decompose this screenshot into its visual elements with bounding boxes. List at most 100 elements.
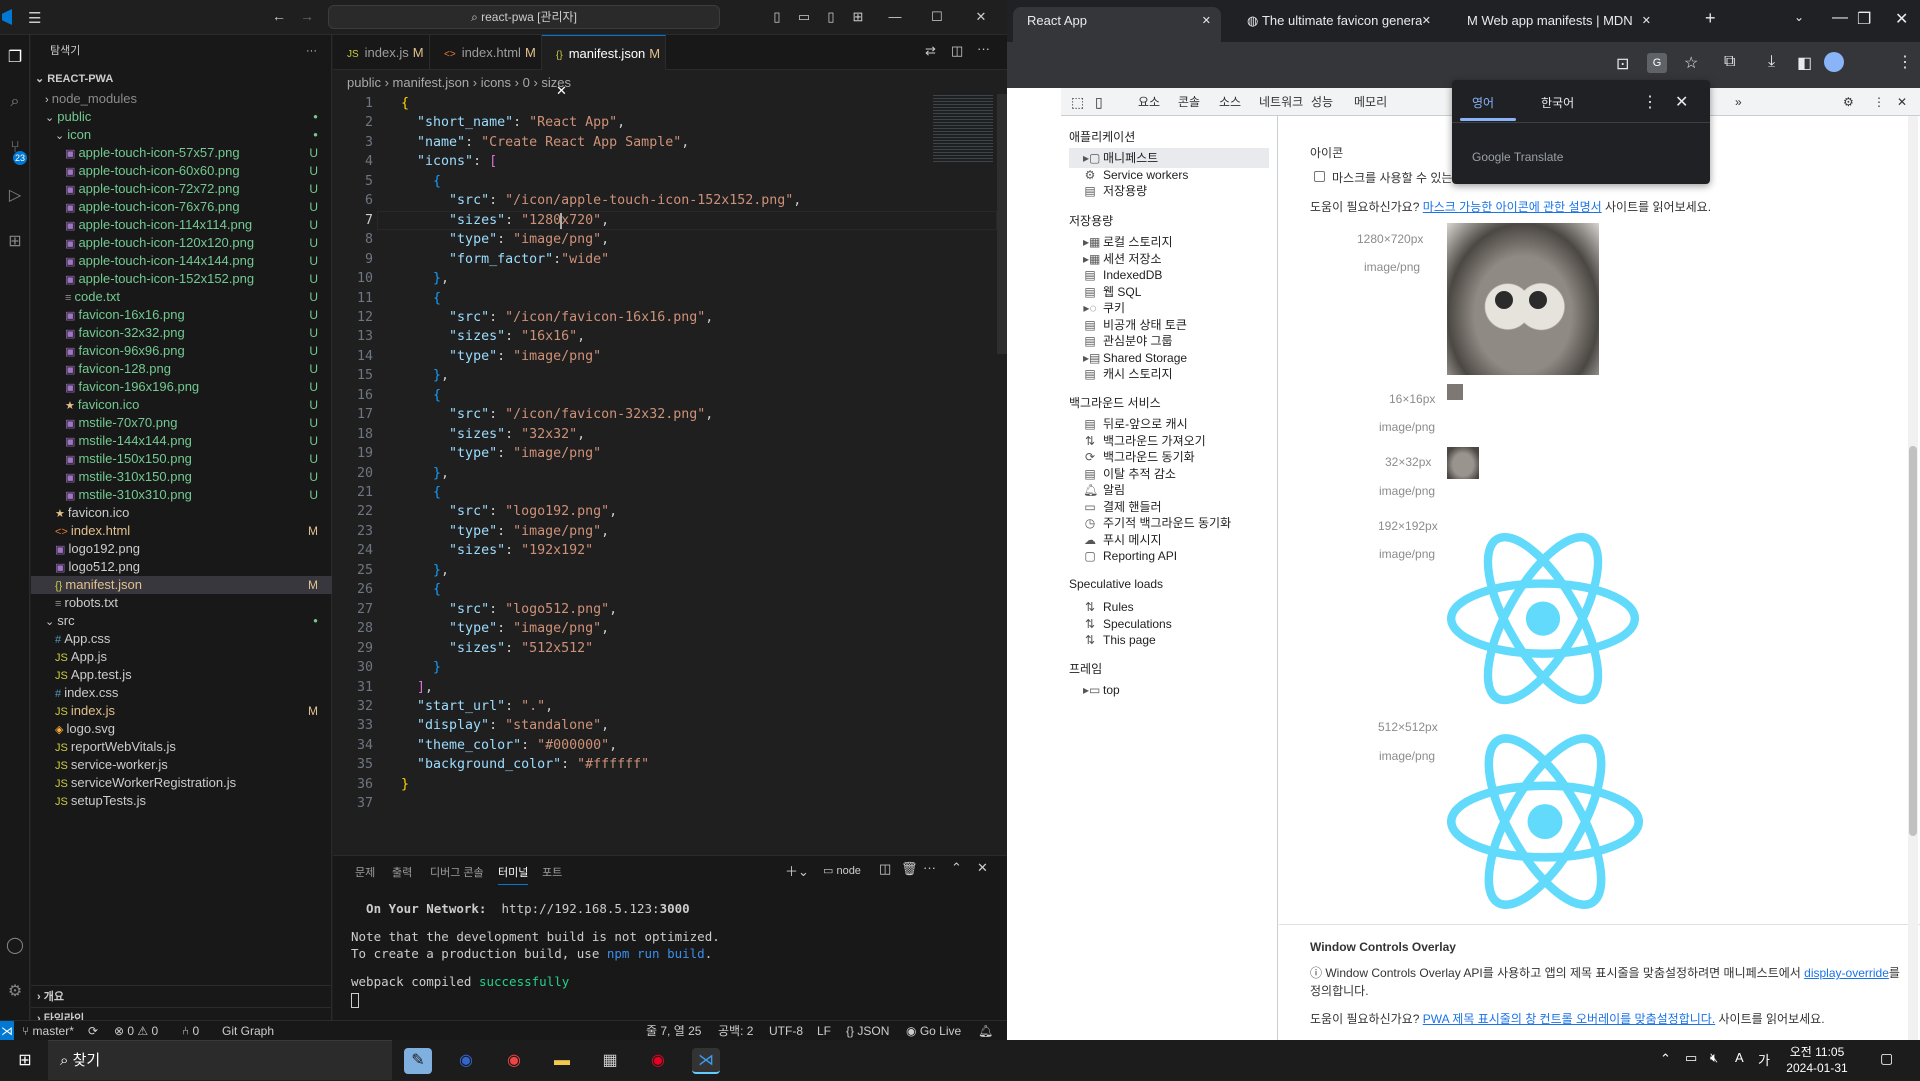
devtools-menu-icon[interactable]: ⋮ [1873, 88, 1885, 116]
extensions-icon[interactable]: ⧉ [1724, 53, 1735, 71]
close-tab-icon[interactable]: ✕ [1202, 7, 1211, 35]
ime-mode-icon[interactable]: 가 [1758, 1050, 1770, 1069]
tree-item[interactable]: # App.css [31, 630, 332, 648]
remote-indicator[interactable]: ⋊ [0, 1021, 14, 1041]
minimap[interactable] [933, 93, 993, 163]
sidebar-item[interactable]: ▢ Reporting API [1083, 546, 1177, 566]
settings-gear-icon[interactable]: ⚙ [4, 981, 26, 1003]
new-terminal-icon[interactable]: ＋⌄ [785, 861, 809, 880]
tree-item[interactable]: ▣ apple-touch-icon-144x144.png U [31, 252, 332, 270]
close-tab-icon[interactable]: ✕ [1642, 7, 1651, 35]
breadcrumb-item[interactable]: public [347, 75, 381, 90]
panel-more-icon[interactable]: ··· [923, 860, 936, 875]
breadcrumb-item[interactable]: icons [481, 75, 511, 90]
app-pinterest-icon[interactable]: ◉ [644, 1048, 672, 1074]
sidebar-item[interactable]: ⇅ This page [1083, 630, 1156, 650]
devtools-tab[interactable]: 소스 [1219, 88, 1241, 116]
tree-item[interactable]: JS App.test.js [31, 666, 332, 684]
app-vscode-icon[interactable]: ⋊ [692, 1048, 720, 1074]
inspect-element-icon[interactable]: ⬚ [1071, 88, 1084, 116]
tree-item[interactable]: ★ favicon.ico U [31, 396, 332, 414]
ports-indicator[interactable]: ⑃ 0 [182, 1021, 199, 1041]
source-control-icon[interactable]: ⑂ 23 [4, 139, 27, 165]
more-actions-icon[interactable]: ··· [306, 35, 317, 68]
panel-tab[interactable]: 문제 [355, 864, 375, 880]
tree-item[interactable]: ▣ mstile-310x310.png U [31, 486, 332, 504]
tree-item[interactable]: ◈ logo.svg [31, 720, 332, 738]
tab-index-js[interactable]: JS index.js M [333, 35, 430, 70]
toggle-panel-icon[interactable]: ▭ [795, 8, 813, 26]
scrollbar[interactable] [997, 94, 1007, 354]
install-app-icon[interactable]: ⊡ [1616, 54, 1629, 74]
app-calculator-icon[interactable]: ▦ [596, 1048, 624, 1074]
toggle-secondary-sidebar-icon[interactable]: ▯ [822, 8, 840, 26]
translate-icon[interactable]: G [1647, 53, 1667, 73]
sidebar-item[interactable]: ▤ 캐시 스토리지 [1083, 364, 1172, 384]
translate-tab-korean[interactable]: 한국어 [1541, 94, 1574, 111]
git-graph-button[interactable]: Git Graph [222, 1021, 274, 1041]
clock[interactable]: 오전 11:05 2024-01-31 [1782, 1044, 1852, 1076]
language-mode[interactable]: {} JSON [846, 1021, 889, 1041]
tree-item[interactable]: JS App.js [31, 648, 332, 666]
tree-item[interactable]: ▣ favicon-32x32.png U [31, 324, 332, 342]
command-center[interactable]: ⌕ react-pwa [관리자] [328, 5, 720, 29]
more-tabs-icon[interactable]: » [1735, 88, 1742, 116]
notification-center-icon[interactable]: ▢ [1880, 1050, 1893, 1067]
close-tab-icon[interactable]: ✕ [1422, 7, 1431, 35]
tree-item[interactable]: ▣ apple-touch-icon-152x152.png U [31, 270, 332, 288]
scroll-thumb[interactable] [1909, 446, 1917, 836]
tree-item[interactable]: ▣ mstile-310x150.png U [31, 468, 332, 486]
tree-item[interactable]: ▣ mstile-144x144.png U [31, 432, 332, 450]
breadcrumb-item[interactable]: sizes [541, 75, 571, 90]
tree-item[interactable]: JS setupTests.js [31, 792, 332, 810]
devtools-tab[interactable]: 콘솔 [1178, 88, 1200, 116]
panel-tab[interactable]: 포트 [542, 864, 562, 880]
app-notepad-icon[interactable]: ✎ [404, 1048, 432, 1074]
devtools-tab[interactable]: 메모리 [1354, 88, 1387, 116]
avatar[interactable] [1824, 52, 1844, 72]
tree-item[interactable]: ▣ favicon-196x196.png U [31, 378, 332, 396]
side-panel-icon[interactable]: ◧ [1797, 53, 1812, 73]
tab-search-icon[interactable]: ⌄ [1794, 10, 1804, 24]
tree-item[interactable]: # index.css [31, 684, 332, 702]
code-editor[interactable]: 1 {2 "short_name": "React App", 3 "name": … [333, 94, 1007, 811]
tree-item[interactable]: ▣ apple-touch-icon-57x57.png U [31, 144, 332, 162]
account-icon[interactable]: ◯ [4, 935, 26, 957]
tab-index-html[interactable]: <> index.html M [430, 35, 542, 70]
browser-tab[interactable]: React App ✕ [1013, 7, 1221, 42]
tree-item[interactable]: ★ favicon.ico [31, 504, 332, 522]
tree-item[interactable]: ▣ favicon-96x96.png U [31, 342, 332, 360]
tree-item[interactable]: › node_modules [31, 90, 332, 108]
devtools-tab[interactable]: 요소 [1138, 88, 1160, 116]
translate-menu-icon[interactable]: ⋮ [1642, 92, 1658, 112]
sync-icon[interactable]: ⟳ [88, 1021, 98, 1041]
app-file-explorer-icon[interactable]: ▬ [548, 1048, 576, 1074]
tree-item[interactable]: JS serviceWorkerRegistration.js [31, 774, 332, 792]
tree-item[interactable]: ▣ favicon-128.png U [31, 360, 332, 378]
tree-item[interactable]: ⌄ icon ● [31, 126, 332, 144]
back-icon[interactable]: ← [272, 8, 286, 24]
eol[interactable]: LF [817, 1021, 831, 1041]
tree-item[interactable]: ⌄ src ● [31, 612, 332, 630]
tree-item[interactable]: ▣ apple-touch-icon-76x76.png U [31, 198, 332, 216]
device-toolbar-icon[interactable]: ▯ [1095, 88, 1103, 116]
tree-item[interactable]: JS service-worker.js [31, 756, 332, 774]
problems-indicator[interactable]: ⊗ 0 ⚠ 0 [114, 1021, 158, 1041]
cursor-position[interactable]: 줄 7, 열 25 [646, 1021, 701, 1041]
tree-item[interactable]: JS reportWebVitals.js [31, 738, 332, 756]
start-button[interactable]: ⊞ [11, 1048, 39, 1074]
notifications-bell-icon[interactable]: 🔔︎ [978, 1021, 993, 1041]
open-changes-icon[interactable]: ⇄ [925, 43, 936, 59]
close-icon[interactable]: ✕ [972, 8, 990, 26]
root-folder[interactable]: ⌄ REACT-PWA [31, 68, 332, 90]
tree-item[interactable]: ▣ logo512.png [31, 558, 332, 576]
toggle-sidebar-icon[interactable]: ▯ [768, 8, 786, 26]
panel-tab[interactable]: 디버그 콘솔 [430, 864, 484, 880]
tree-item[interactable]: ▣ apple-touch-icon-120x120.png U [31, 234, 332, 252]
sidebar-item[interactable]: ▸▭ top [1083, 680, 1120, 700]
editor-more-icon[interactable]: ··· [977, 41, 990, 56]
customize-layout-icon[interactable]: ⊞ [849, 8, 867, 26]
split-editor-icon[interactable]: ◫ [951, 43, 963, 59]
network-icon[interactable]: ▭ [1685, 1050, 1697, 1066]
outline-section[interactable]: › 개요 [31, 985, 332, 1007]
